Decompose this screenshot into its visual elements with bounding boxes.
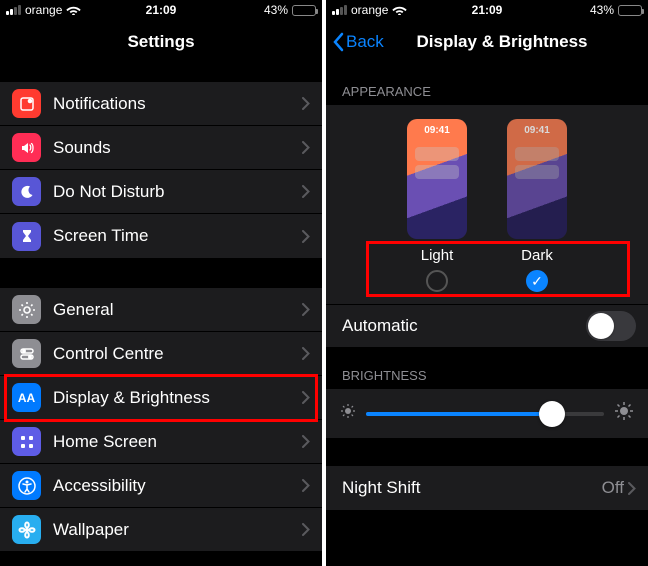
slider-thumb[interactable] — [539, 401, 565, 427]
row-do-not-disturb[interactable]: Do Not Disturb — [0, 170, 322, 214]
night-shift-value: Off — [602, 478, 624, 498]
carrier-label: orange — [351, 3, 388, 17]
chevron-right-icon — [302, 435, 310, 448]
row-accessibility[interactable]: Accessibility — [0, 464, 322, 508]
chevron-right-icon — [302, 479, 310, 492]
status-bar: orange 21:09 43% — [0, 0, 322, 20]
battery-percent: 43% — [590, 3, 614, 17]
wifi-icon — [66, 3, 81, 18]
battery-percent: 43% — [264, 3, 288, 17]
row-wallpaper[interactable]: Wallpaper — [0, 508, 322, 552]
row-label: Do Not Disturb — [53, 182, 302, 202]
row-label: Accessibility — [53, 476, 302, 496]
row-label: Wallpaper — [53, 520, 302, 540]
dark-radio[interactable]: ✓ — [526, 270, 548, 292]
hourglass-icon — [12, 222, 41, 251]
light-preview: 09:41 — [407, 119, 467, 239]
row-home-screen[interactable]: Home Screen — [0, 420, 322, 464]
display-brightness-screen: orange 21:09 43% Back Display & Brightne… — [326, 0, 648, 566]
accessibility-icon — [12, 471, 41, 500]
row-control-centre[interactable]: Control Centre — [0, 332, 322, 376]
status-bar: orange 21:09 43% — [326, 0, 648, 20]
chevron-right-icon — [302, 230, 310, 243]
signal-icon — [6, 5, 21, 15]
row-label: Notifications — [53, 94, 302, 114]
chevron-right-icon — [302, 97, 310, 110]
battery-icon — [618, 5, 642, 16]
row-screen-time[interactable]: Screen Time — [0, 214, 322, 258]
sun-small-icon — [340, 403, 356, 424]
row-label: Control Centre — [53, 344, 302, 364]
section-header-brightness: BRIGHTNESS — [326, 348, 648, 389]
app-grid-icon — [12, 427, 41, 456]
row-label: Display & Brightness — [53, 388, 302, 408]
chevron-right-icon — [302, 347, 310, 360]
row-general[interactable]: General — [0, 288, 322, 332]
navbar: Back Display & Brightness — [326, 20, 648, 64]
chevron-right-icon — [302, 303, 310, 316]
status-time: 21:09 — [472, 3, 503, 17]
navbar: Settings — [0, 20, 322, 64]
row-display-brightness[interactable]: AA Display & Brightness — [0, 376, 322, 420]
gear-icon — [12, 295, 41, 324]
carrier-label: orange — [25, 3, 62, 17]
switches-icon — [12, 339, 41, 368]
row-label: Home Screen — [53, 432, 302, 452]
flower-icon — [12, 515, 41, 544]
chevron-right-icon — [302, 391, 310, 404]
automatic-label: Automatic — [342, 316, 586, 336]
settings-screen: orange 21:09 43% Settings Notifications — [0, 0, 322, 566]
brightness-slider[interactable] — [366, 412, 604, 416]
appearance-dark-option[interactable]: 09:41 Dark ✓ — [507, 119, 567, 292]
light-label: Light — [421, 247, 454, 264]
section-header-appearance: APPEARANCE — [326, 64, 648, 105]
signal-icon — [332, 5, 347, 15]
text-size-icon: AA — [12, 383, 41, 412]
sounds-icon — [12, 133, 41, 162]
dark-preview: 09:41 — [507, 119, 567, 239]
row-label: Sounds — [53, 138, 302, 158]
light-radio[interactable] — [426, 270, 448, 292]
row-night-shift[interactable]: Night Shift Off — [326, 466, 648, 510]
row-automatic[interactable]: Automatic — [326, 304, 648, 348]
back-label: Back — [346, 32, 384, 52]
status-time: 21:09 — [146, 3, 177, 17]
sun-large-icon — [614, 401, 634, 426]
dark-label: Dark — [521, 247, 553, 264]
brightness-slider-row — [326, 389, 648, 438]
row-label: Screen Time — [53, 226, 302, 246]
chevron-right-icon — [628, 482, 636, 495]
chevron-right-icon — [302, 523, 310, 536]
night-shift-label: Night Shift — [342, 478, 602, 498]
appearance-light-option[interactable]: 09:41 Light — [407, 119, 467, 292]
back-button[interactable]: Back — [332, 20, 384, 64]
automatic-toggle[interactable] — [586, 311, 636, 341]
settings-group-2: General Control Centre AA Display & Brig… — [0, 288, 322, 552]
moon-icon — [12, 177, 41, 206]
row-notifications[interactable]: Notifications — [0, 82, 322, 126]
page-title: Display & Brightness — [417, 32, 588, 52]
row-label: General — [53, 300, 302, 320]
battery-icon — [292, 5, 316, 16]
row-sounds[interactable]: Sounds — [0, 126, 322, 170]
chevron-right-icon — [302, 185, 310, 198]
notifications-icon — [12, 89, 41, 118]
wifi-icon — [392, 3, 407, 18]
page-title: Settings — [127, 32, 194, 52]
settings-group-1: Notifications Sounds Do Not Disturb Scre… — [0, 82, 322, 258]
chevron-right-icon — [302, 141, 310, 154]
appearance-selector: 09:41 Light 09:41 Dark ✓ — [326, 105, 648, 304]
